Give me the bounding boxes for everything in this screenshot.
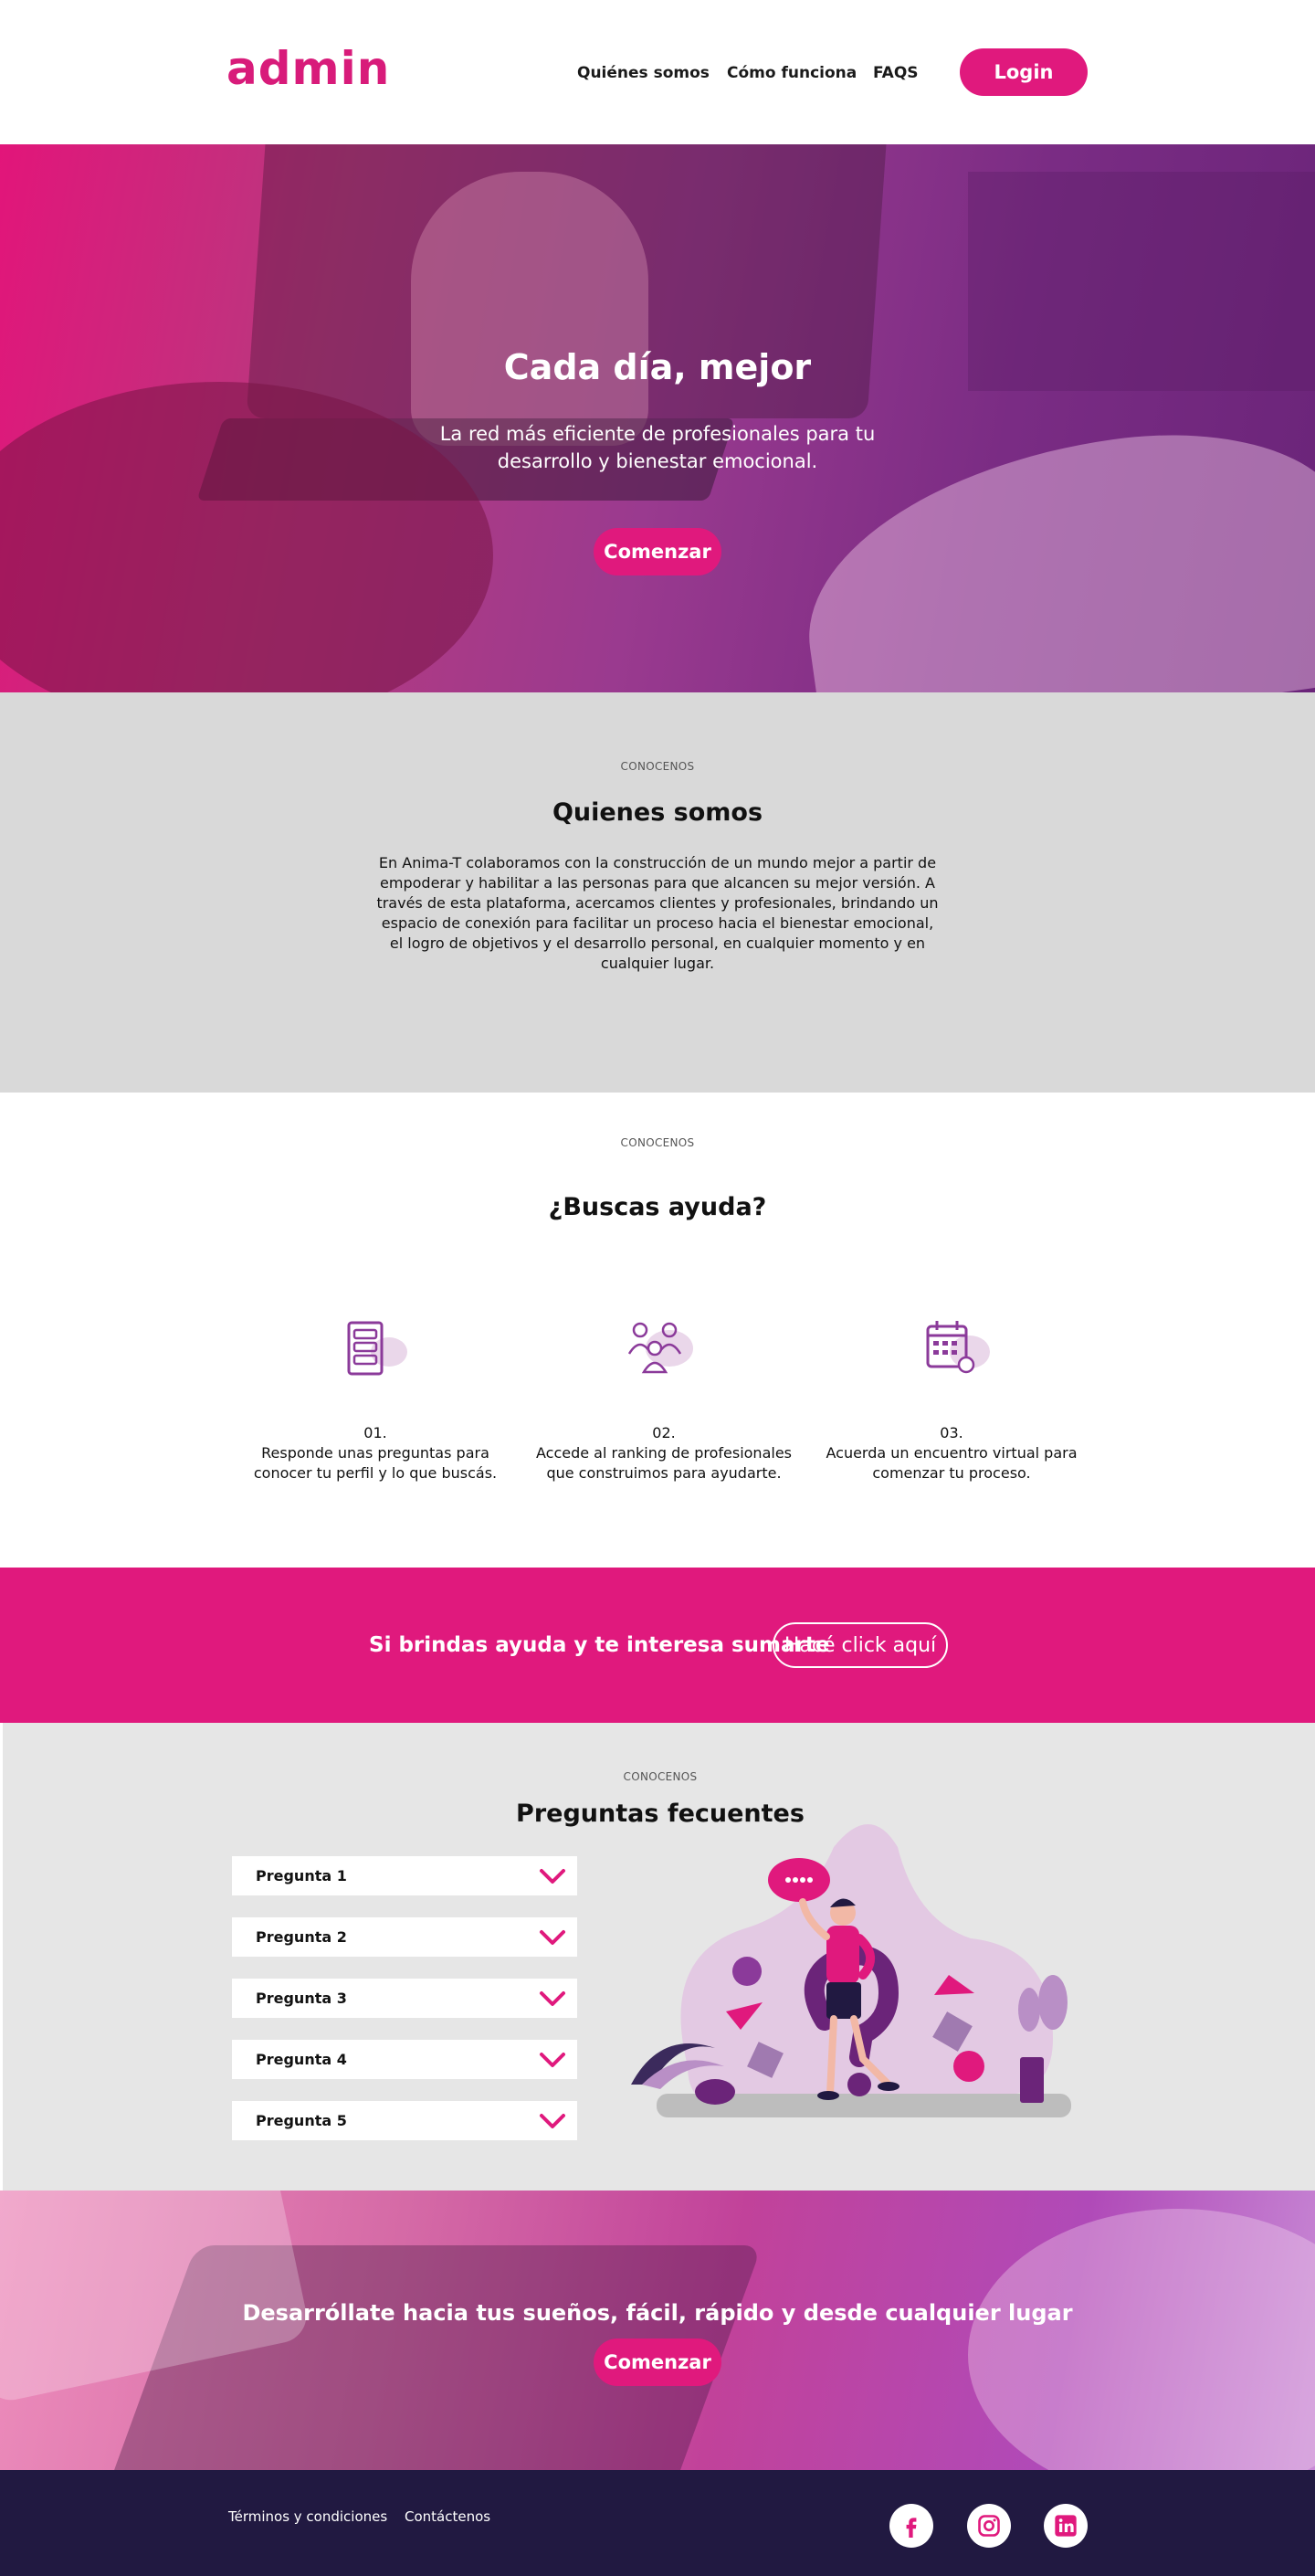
help-section: CONOCENOS ¿Buscas ayuda? 01. Responde un… [0,1093,1315,1568]
linkedin-icon[interactable] [1044,2504,1088,2548]
person-shape [411,172,648,446]
login-button[interactable]: Login [960,48,1088,96]
hero-section: Cada día, mejor La red más eficiente de … [0,144,1315,692]
join-click-button[interactable]: Hacé click aquí [773,1622,948,1668]
chevron-down-icon[interactable] [539,1865,566,1887]
logo[interactable]: admin [226,42,390,95]
help-title: ¿Buscas ayuda? [548,1193,767,1221]
faq-question: Pregunta 3 [256,1990,347,2007]
nav-faqs[interactable]: FAQS [873,64,919,82]
faq-item-5[interactable]: Pregunta 5 [232,2101,577,2140]
nav-quienes-somos[interactable]: Quiénes somos [577,64,710,82]
step-2-text: Accede al ranking de profesionales que c… [535,1444,792,1482]
step-1: 01. Responde unas preguntas para conocer… [234,1423,517,1483]
faq-item-3[interactable]: Pregunta 3 [232,1979,577,2018]
facebook-icon[interactable] [889,2504,933,2548]
cta-section: Desarróllate hacia tus sueños, fácil, rá… [0,2191,1315,2470]
site-header: admin Quiénes somos Cómo funciona FAQS L… [0,0,1315,144]
step-3-text: Acuerda un encuentro virtual para comenz… [826,1444,1078,1482]
faq-section: CONOCENOS Preguntas fecuentes Pregunta 1… [0,1723,1315,2191]
help-eyebrow: CONOCENOS [620,1136,695,1149]
chevron-down-icon[interactable] [539,2049,566,2071]
nav-como-funciona[interactable]: Cómo funciona [727,64,857,82]
step-3-number: 03. [940,1424,963,1441]
question-person-illustration [631,1824,1071,2117]
hero-title: Cada día, mejor [503,347,812,387]
faq-question: Pregunta 5 [256,2112,347,2129]
list-icon [347,1321,407,1376]
join-banner-text: Si brindas ayuda y te interesa sumarte [369,1633,830,1657]
cta-title: Desarróllate hacia tus sueños, fácil, rá… [242,2300,1073,2326]
hair-shape [968,2209,1315,2470]
step-3: 03. Acuerda un encuentro virtual para co… [810,1423,1093,1483]
chevron-down-icon[interactable] [539,2110,566,2132]
faq-item-2[interactable]: Pregunta 2 [232,1917,577,1957]
faq-question: Pregunta 1 [256,1867,347,1884]
step-1-text: Responde unas preguntas para conocer tu … [253,1444,498,1482]
faq-question: Pregunta 2 [256,1928,347,1946]
faq-question: Pregunta 4 [256,2051,347,2068]
about-eyebrow: CONOCENOS [620,760,695,773]
about-text: En Anima-T colaboramos con la construcci… [376,854,939,972]
contact-link[interactable]: Contáctenos [405,2508,490,2525]
about-title: Quienes somos [552,798,763,827]
join-banner: Si brindas ayuda y te interesa sumarte H… [0,1568,1315,1723]
terms-link[interactable]: Términos y condiciones [228,2508,387,2525]
hero-start-button[interactable]: Comenzar [594,528,721,575]
faq-item-1[interactable]: Pregunta 1 [232,1856,577,1895]
chevron-down-icon[interactable] [539,1988,566,2010]
faq-eyebrow: CONOCENOS [623,1770,698,1783]
cta-start-button[interactable]: Comenzar [594,2338,721,2386]
instagram-icon[interactable] [967,2504,1011,2548]
hero-subtitle: La red más eficiente de profesionales pa… [439,423,876,472]
faq-item-4[interactable]: Pregunta 4 [232,2040,577,2079]
step-2: 02. Accede al ranking de profesionales q… [522,1423,805,1483]
calendar-icon [926,1321,990,1374]
people-icon [627,1322,693,1374]
step-2-number: 02. [652,1424,676,1441]
step-1-number: 01. [363,1424,387,1441]
chevron-down-icon[interactable] [539,1927,566,1948]
site-footer: Términos y condiciones Contáctenos [0,2470,1315,2576]
about-section: CONOCENOS Quienes somos En Anima-T colab… [0,692,1315,1093]
